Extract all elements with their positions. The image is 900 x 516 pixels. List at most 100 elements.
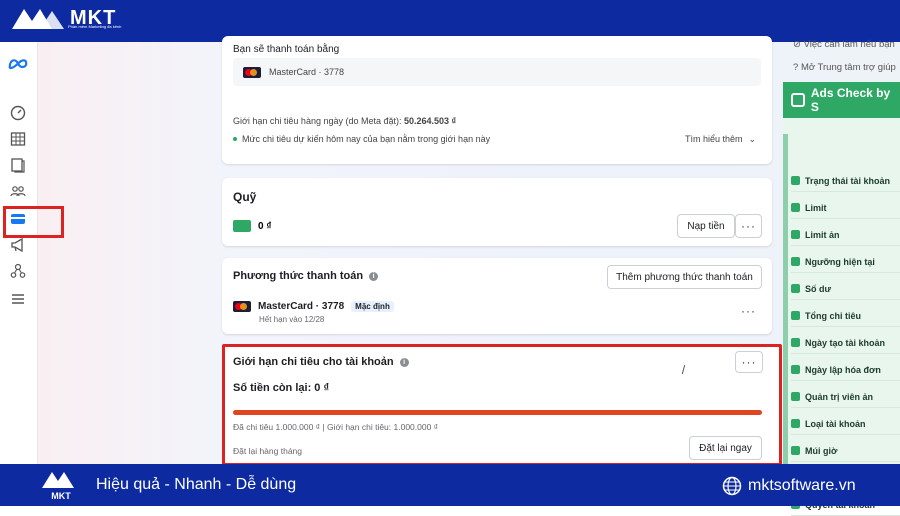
ads-check-item-label: Limit [805,202,827,213]
todo-label: Việc cần làm nếu bạn [803,39,895,50]
ads-check-item-icon [791,203,800,212]
ads-check-item-icon [791,419,800,428]
payment-source-card: Bạn sẽ thanh toán bằng MasterCard · 3778… [222,36,772,164]
ads-check-item[interactable]: Ngày lập hóa đơn [791,359,900,381]
wallet-icon [233,220,251,232]
meta-logo-icon[interactable] [7,54,29,72]
reset-note: Đặt lại hàng tháng [233,446,302,456]
payment-methods-card: Phương thức thanh toán i Thêm phương thứ… [222,258,772,334]
ads-check-item-label: Quản trị viên ản [805,391,874,402]
ads-check-panel: Ads Check by S Trạng thái tài khoản Limit… [783,82,900,516]
ads-check-title: Ads Check by S [810,86,891,114]
add-payment-method-button[interactable]: Thêm phương thức thanh toán [607,265,762,289]
funds-balance-row: 0 ₫ [233,220,271,232]
learn-more-link[interactable]: Tìm hiểu thêm ⌄ [685,134,756,145]
ads-check-logo-icon [791,93,805,107]
learn-more-label: Tìm hiểu thêm [685,134,743,144]
funds-title: Quỹ [233,190,257,204]
campaign-megaphone-icon[interactable] [9,236,27,254]
menu-icon[interactable] [9,290,27,308]
remaining-amount: Số tiền còn lại: 0 ₫ [233,382,330,394]
audience-icon[interactable] [9,182,27,200]
mkt-footer-logo-icon: MKT [42,472,74,501]
payment-method-row[interactable]: MasterCard · 3778 Mặc định [233,301,394,312]
mkt-logo-mark-icon [12,9,64,29]
funds-balance: 0 ₫ [258,220,272,232]
ads-check-item-label: Múi giờ [805,445,838,456]
table-icon[interactable] [9,130,27,148]
ads-check-item-label: Ngưỡng hiện tại [805,256,875,267]
ads-check-item-icon [791,392,800,401]
ads-check-item-icon [791,311,800,320]
footer-slogan: Hiệu quả - Nhanh - Dễ dùng [96,476,297,493]
daily-limit-note: Mức chi tiêu dự kiến hôm nay của bạn nằm… [242,134,491,144]
ads-check-item-label: Số dư [805,283,832,294]
ads-check-item-icon [791,446,800,455]
mastercard-icon [243,66,261,78]
selected-card-row[interactable]: MasterCard · 3778 [233,58,761,86]
funds-more-button[interactable]: ··· [735,214,762,238]
spending-progress-track [233,410,762,415]
ads-check-item[interactable]: Trạng thái tài khoản [791,170,900,192]
left-sidebar [0,42,38,464]
ads-check-item[interactable]: Limit ản [791,224,900,246]
ads-check-item-icon [791,365,800,374]
daily-limit-value: 50.264.503 ₫ [404,116,457,126]
todo-link[interactable]: ⊘ Việc cần làm nếu bạn [793,39,900,50]
daily-limit-row: Giới hạn chi tiêu hàng ngày (do Meta đặt… [233,116,456,126]
ads-check-item-label: Loại tài khoản [805,418,866,429]
ads-check-item[interactable]: Quản trị viên ản [791,386,900,408]
ads-check-item-icon [791,176,800,185]
payment-methods-title: Phương thức thanh toán [233,270,364,282]
brand-tagline: Phần mềm Marketing đa kênh [68,24,122,29]
payment-method-more-button[interactable]: ··· [741,304,756,318]
pay-with-heading: Bạn sẽ thanh toán bằng [233,44,340,55]
ads-check-item-icon [791,257,800,266]
help-center-link[interactable]: ? Mở Trung tâm trợ giúp [793,62,900,73]
funds-card: Quỹ 0 ₫ Nạp tiền ··· [222,178,772,246]
ads-check-header: Ads Check by S [783,82,900,118]
reset-now-button[interactable]: Đặt lại ngay [689,436,762,460]
question-icon: ? [793,62,799,73]
ads-check-item[interactable]: Limit [791,197,900,219]
daily-limit-note-row: Mức chi tiêu dự kiến hôm nay của bạn nằm… [233,134,490,144]
payment-methods-header: Phương thức thanh toán i [233,270,379,282]
info-icon[interactable]: i [399,357,409,367]
spending-limit-more-button[interactable]: ··· [735,351,763,373]
ads-check-item-icon [791,338,800,347]
dashboard-icon[interactable] [9,104,27,122]
daily-limit-label: Giới hạn chi tiêu hàng ngày (do Meta đặt… [233,116,402,126]
spending-limit-title: Giới hạn chi tiêu cho tài khoản [233,356,394,368]
ads-check-item[interactable]: Loại tài khoản [791,413,900,435]
chevron-down-icon: ⌄ [748,134,757,144]
ads-check-item-label: Ngày lập hóa đơn [805,364,881,375]
mouse-cursor-icon [681,365,691,374]
ads-check-item[interactable]: Tổng chi tiêu [791,305,900,327]
globe-icon [722,476,742,496]
card-expiry: Hết hạn vào 12/28 [259,315,325,324]
ads-check-item-label: Ngày tạo tài khoản [805,337,886,348]
spending-limit-card: Giới hạn chi tiêu cho tài khoản i ··· Số… [222,344,782,466]
ads-check-item-label: Tổng chi tiêu [805,310,861,321]
ads-check-item[interactable]: Ngưỡng hiện tại [791,251,900,273]
pages-icon[interactable] [9,156,27,174]
todo-icon: ⊘ [793,39,801,50]
ads-check-item-label: Trạng thái tài khoản [805,175,891,186]
selected-card-label: MasterCard · 3778 [269,67,345,77]
events-manager-icon[interactable] [9,262,27,280]
ads-check-item[interactable]: Ngày tạo tài khoản [791,332,900,354]
footer-website[interactable]: mktsoftware.vn [722,476,856,496]
help-center-label: Mở Trung tâm trợ giúp [800,62,896,73]
default-badge: Mặc định [351,301,394,312]
footer-website-label: mktsoftware.vn [748,477,856,494]
ads-check-item[interactable]: Số dư [791,278,900,300]
info-icon[interactable]: i [369,271,379,281]
mastercard-icon [233,301,251,312]
screenshot-stage: Bạn sẽ thanh toán bằng MasterCard · 3778… [0,36,900,516]
spending-limit-header: Giới hạn chi tiêu cho tài khoản i [233,356,409,368]
spending-detail: Đã chi tiêu 1.000.000 ₫ | Giới hạn chi t… [233,422,439,432]
topup-button[interactable]: Nạp tiền [677,214,735,238]
bottom-banner: MKT Hiệu quả - Nhanh - Dễ dùng mktsoftwa… [0,464,900,506]
ads-check-item-label: Limit ản [805,229,840,240]
ads-check-item[interactable]: Múi giờ [791,440,900,462]
